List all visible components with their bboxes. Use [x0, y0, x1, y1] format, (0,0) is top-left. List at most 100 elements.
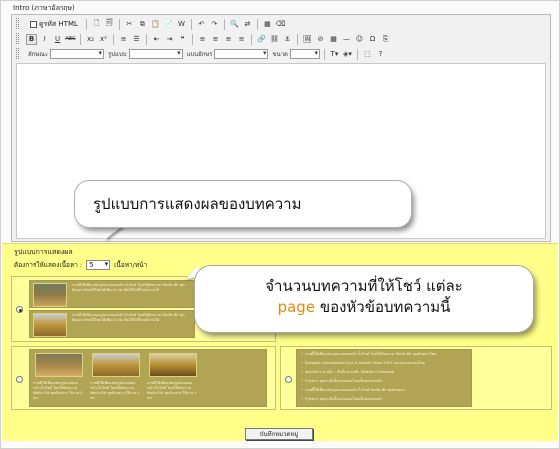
- background-color-icon[interactable]: ◈▾: [342, 49, 353, 60]
- size-label: ขนาด: [272, 51, 288, 58]
- format-select[interactable]: [128, 49, 183, 59]
- display-format-title: รูปแบบการแสดงผล: [14, 248, 73, 256]
- toolbar-row-2: B I U ABC x₂ x² ≡ ☰ ⇤ ⇥ ❝ ≡ ≡ ≡ ≡ 🔗 ⛓ ⚓ …: [12, 32, 391, 46]
- layout-radio-3[interactable]: [285, 376, 292, 383]
- list-item: ภาพนี้ใช้เพื่อแสดงรูปแบบของหน้าเว็บไซต์ …: [29, 310, 195, 338]
- link-icon[interactable]: 🔗: [256, 34, 267, 45]
- toolbar-separator: [223, 18, 225, 30]
- replace-icon[interactable]: ⇄: [242, 19, 253, 30]
- bullet-list-icon[interactable]: ☰: [131, 34, 142, 45]
- save-category-button[interactable]: บันทึกหมวดหมู่: [245, 428, 313, 440]
- redo-icon[interactable]: ↷: [209, 19, 220, 30]
- toolbar-row-1: ดูรหัส HTML 🗋 🗐 ✂ ⧉ 📋 📄 W ↶ ↷ 🔍 ⇄ ▦ ⌫: [12, 17, 286, 31]
- source-icon: [30, 20, 37, 28]
- copy-icon[interactable]: ⧉: [137, 19, 148, 30]
- undo-icon[interactable]: ↶: [196, 19, 207, 30]
- find-icon[interactable]: 🔍: [229, 19, 240, 30]
- article-thumbnail: [35, 353, 83, 377]
- toolbar-separator: [297, 33, 298, 45]
- paste-text-icon[interactable]: 📄: [163, 19, 174, 30]
- text-color-icon[interactable]: T▾: [329, 49, 340, 60]
- size-select[interactable]: [289, 49, 320, 59]
- list-item: Bangkok International Toys & Games Show …: [301, 361, 425, 366]
- toolbar-separator: [256, 18, 258, 30]
- callout-accent-word: page: [277, 298, 316, 316]
- subscript-button[interactable]: x₂: [85, 34, 96, 45]
- align-justify-icon[interactable]: ≡: [236, 34, 247, 45]
- superscript-button[interactable]: x²: [98, 34, 109, 45]
- toolbar-row-3: ลักษณะ รูปแบบ แบบอักษร ขนาด T▾ ◈▾ ⬚ ?: [12, 47, 386, 61]
- article-thumbnail: [92, 353, 140, 377]
- count-row: ต้องการให้แสดงเนื้อหา : 5 เนื้อหา/หน้า: [14, 260, 147, 270]
- list-item: Flytech ชุดแรงยิ่งนั้นแบบของโฟมเด็กหลายค…: [301, 397, 383, 402]
- style-label: ลักษณะ: [28, 51, 49, 58]
- list-item: Flytech ชุดแรงยิ่งนั้นแบบของโฟมเด็กหลายค…: [301, 379, 383, 384]
- paste-icon[interactable]: 📋: [150, 19, 161, 30]
- font-label: แบบอักษร: [186, 51, 213, 58]
- cut-icon[interactable]: ✂: [124, 19, 135, 30]
- layout-option-2[interactable]: ภาพนี้ใช้เพื่อแสดงรูปแบบของหน้าเว็บไซต์ …: [11, 346, 276, 410]
- indent-icon[interactable]: ⇥: [164, 34, 175, 45]
- maximize-icon[interactable]: ⬚: [362, 49, 373, 60]
- source-button-label: ดูรหัส HTML: [39, 19, 78, 28]
- blockquote-icon[interactable]: ❝: [177, 34, 188, 45]
- list-item: ภาพนี้ใช้เพื่อแสดงรูปแบบของหน้าเว็บไซต์ …: [301, 352, 436, 357]
- source-button[interactable]: ดูรหัส HTML: [26, 19, 82, 30]
- layout-radio-1[interactable]: [16, 306, 23, 313]
- callout-line-2: page ของหัวข้อบทความนี้: [195, 297, 533, 318]
- italic-button[interactable]: I: [39, 34, 50, 45]
- special-char-icon[interactable]: Ω: [367, 34, 378, 45]
- remove-format-icon[interactable]: ⌫: [275, 19, 286, 30]
- image-icon[interactable]: 🖼: [302, 34, 313, 45]
- align-center-icon[interactable]: ≡: [210, 34, 221, 45]
- toolbar-separator: [85, 18, 87, 30]
- ordered-list-icon[interactable]: ≡: [118, 34, 129, 45]
- count-suffix: เนื้อหา/หน้า: [114, 261, 148, 269]
- article-thumbnail: [33, 313, 67, 337]
- layout-radio-2[interactable]: [16, 376, 23, 383]
- unlink-icon[interactable]: ⛓: [269, 34, 280, 45]
- article-summary: ภาพนี้ใช้เพื่อแสดงรูปแบบของหน้าเว็บไซต์ …: [90, 381, 140, 400]
- table-icon[interactable]: ▦: [328, 34, 339, 45]
- article-summary: ภาพนี้ใช้เพื่อแสดงรูปแบบของหน้าเว็บไซต์ …: [33, 381, 83, 400]
- list-item: ภาพนี้ใช้เพื่อแสดงรูปแบบของหน้าเว็บไซต์ …: [301, 388, 405, 393]
- layout-option-3[interactable]: ภาพนี้ใช้เพื่อแสดงรูปแบบของหน้าเว็บไซต์ …: [280, 346, 552, 410]
- article-thumbnail: [149, 353, 197, 377]
- horizontal-rule-icon[interactable]: —: [341, 34, 352, 45]
- article-thumbnail: [33, 283, 67, 307]
- align-left-icon[interactable]: ≡: [197, 34, 208, 45]
- toolbar-separator: [251, 33, 252, 45]
- section-label: Intro (ภาษาอังกฤษ): [13, 4, 75, 12]
- toolbar-separator: [118, 18, 120, 30]
- list-container: ภาพนี้ใช้เพื่อแสดงรูปแบบของหน้าเว็บไซต์ …: [296, 349, 472, 407]
- anchor-icon[interactable]: ⚓: [282, 34, 293, 45]
- smiley-icon[interactable]: ☺: [354, 34, 365, 45]
- callout-line-1: จำนวนบทความที่ให้โชว์ แต่ละ: [265, 277, 463, 295]
- article-summary: ภาพนี้ใช้เพื่อแสดงรูปแบบของหน้าเว็บไซต์ …: [72, 313, 185, 322]
- page-break-icon[interactable]: ⎘: [380, 34, 391, 45]
- toolbar-separator: [146, 33, 147, 45]
- paste-word-icon[interactable]: W: [176, 19, 187, 30]
- style-select[interactable]: [50, 49, 105, 59]
- toolbar-grip: [16, 33, 19, 44]
- toolbar-separator: [190, 18, 192, 30]
- toolbar-grip: [16, 48, 19, 59]
- callout-display-format: รูปแบบการแสดงผลของบทความ: [75, 181, 411, 227]
- strike-button[interactable]: ABC: [65, 34, 76, 45]
- outdent-icon[interactable]: ⇤: [151, 34, 162, 45]
- bold-button[interactable]: B: [26, 33, 37, 45]
- count-select[interactable]: 5: [86, 260, 111, 270]
- align-right-icon[interactable]: ≡: [223, 34, 234, 45]
- format-label: รูปแบบ: [108, 51, 127, 58]
- about-icon[interactable]: ?: [375, 49, 386, 60]
- new-page-icon[interactable]: 🗋: [91, 19, 102, 30]
- font-select[interactable]: [214, 49, 269, 59]
- toolbar-separator: [192, 33, 193, 45]
- underline-button[interactable]: U: [52, 34, 63, 45]
- page: Intro (ภาษาอังกฤษ) ดูรหัส HTML 🗋 🗐 ✂ ⧉ 📋…: [0, 0, 560, 449]
- flash-icon[interactable]: ⊘: [315, 34, 326, 45]
- article-summary: ภาพนี้ใช้เพื่อแสดงรูปแบบของหน้าเว็บไซต์ …: [147, 381, 197, 400]
- callout-items-per-page: จำนวนบทความที่ให้โชว์ แต่ละ page ของหัวข…: [195, 266, 533, 332]
- select-all-icon[interactable]: ▦: [262, 19, 273, 30]
- preview-icon[interactable]: 🗐: [104, 19, 115, 30]
